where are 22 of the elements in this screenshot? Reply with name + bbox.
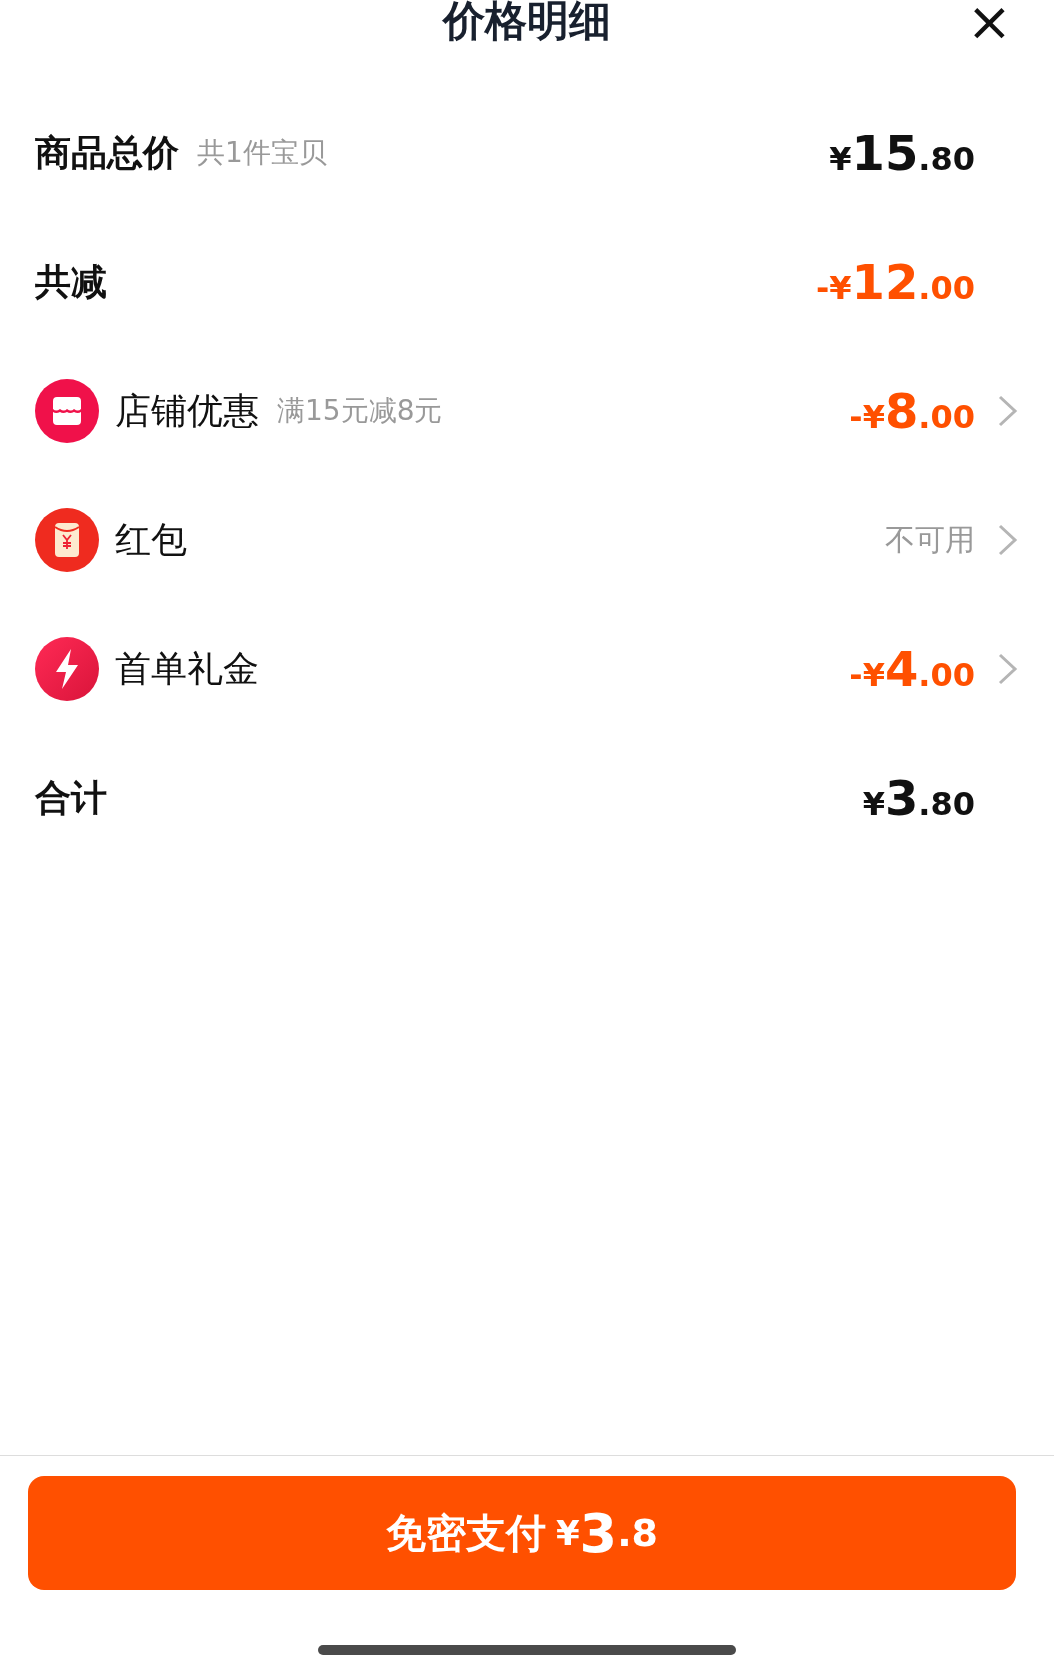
chevron-icon[interactable]	[997, 522, 1019, 557]
row-note: 满15元减8元	[277, 392, 443, 429]
price-amount: ¥15.80	[829, 123, 975, 183]
status-text: 不可用	[885, 521, 975, 559]
price-amount: -¥8.00	[849, 381, 975, 441]
price-amount: -¥12.00	[815, 252, 975, 312]
row-label: 共减	[35, 259, 107, 304]
envelope-icon	[35, 507, 99, 572]
chevron-icon[interactable]	[997, 393, 1019, 428]
row-label: 合计	[35, 775, 107, 820]
close-button[interactable]: ×	[960, 0, 1018, 44]
row-label: 商品总价	[35, 130, 179, 175]
price-amount: ¥3.80	[862, 768, 975, 828]
row-label: 红包	[115, 517, 187, 562]
sheet-title: 价格明细	[443, 0, 611, 47]
lightning-icon	[35, 636, 99, 701]
shop-icon	[35, 378, 99, 443]
price-amount: -¥4.00	[849, 639, 975, 699]
row-note: 共1件宝贝	[197, 134, 327, 171]
chevron-icon[interactable]	[997, 651, 1019, 686]
row-label: 店铺优惠	[115, 388, 259, 433]
row-label: 首单礼金	[115, 646, 259, 691]
